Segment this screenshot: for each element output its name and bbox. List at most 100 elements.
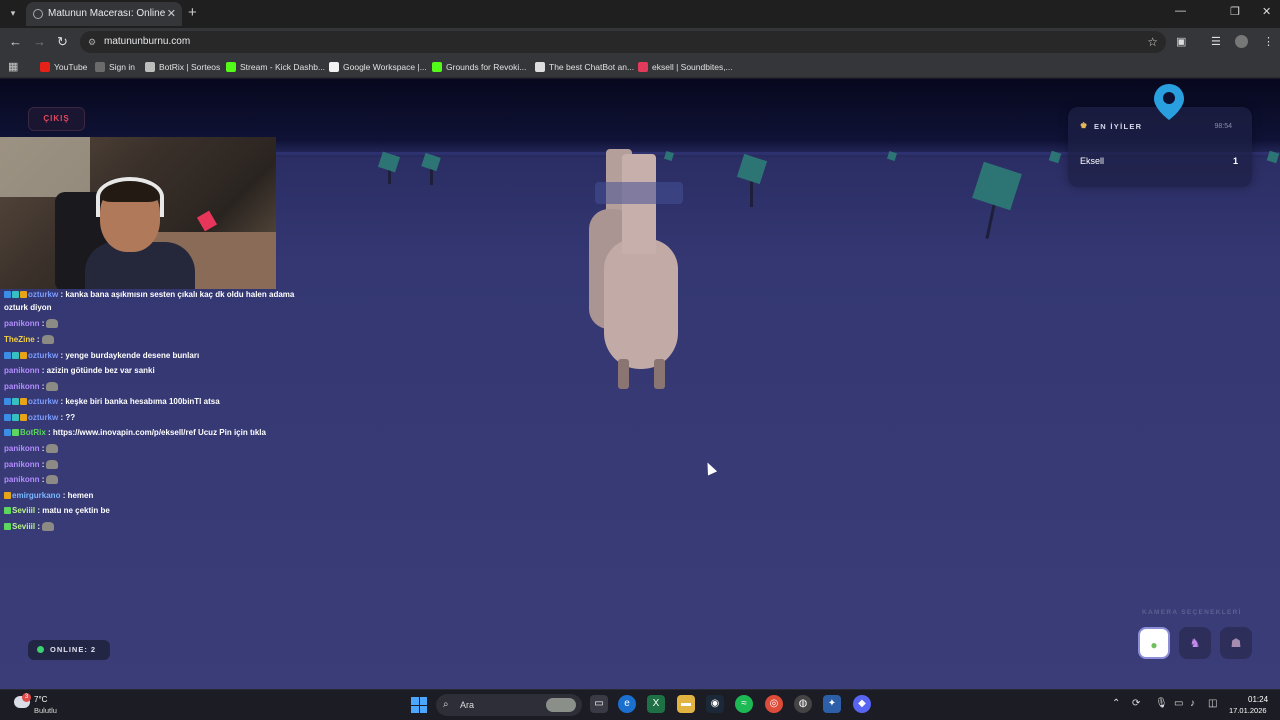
back-icon[interactable]: ← bbox=[9, 34, 22, 49]
excel-icon[interactable]: X bbox=[647, 695, 665, 713]
chat-badge-icon bbox=[20, 414, 27, 421]
chat-username[interactable]: BotRix bbox=[20, 428, 46, 437]
chat-badge-icon bbox=[20, 352, 27, 359]
chrome-icon[interactable]: ◎ bbox=[765, 695, 783, 713]
chat-username[interactable]: panikonn bbox=[4, 460, 40, 469]
sync-icon[interactable]: ⟳ bbox=[1132, 698, 1140, 709]
tray-overflow-icon[interactable]: ⌃ bbox=[1112, 698, 1120, 709]
chat-username[interactable]: ozturkw bbox=[28, 351, 58, 360]
google-icon bbox=[329, 62, 339, 72]
bookmark-chatbot[interactable]: The best ChatBot an... bbox=[535, 60, 634, 74]
spotify-icon[interactable]: ≈ bbox=[735, 695, 753, 713]
chat-message: ozturk diyon bbox=[4, 302, 52, 313]
chat-username[interactable]: Seviiil bbox=[12, 522, 35, 531]
reload-icon[interactable]: ↻ bbox=[57, 34, 68, 50]
weather-temperature[interactable]: 7°C bbox=[34, 695, 47, 704]
globe-icon bbox=[33, 9, 43, 19]
camera-unicorn-button[interactable]: ♞ bbox=[1179, 627, 1211, 659]
microphone-icon[interactable]: 🎙 bbox=[1155, 698, 1168, 709]
discord-icon[interactable]: ◆ bbox=[853, 695, 871, 713]
chat-username[interactable]: panikonn bbox=[4, 475, 40, 484]
chat-message: TheZine : bbox=[4, 334, 54, 345]
bookmark-google-workspace[interactable]: Google Workspace |... bbox=[329, 60, 427, 74]
close-window-icon[interactable]: ✕ bbox=[1262, 5, 1271, 18]
chat-username[interactable]: emirgurkano bbox=[12, 491, 60, 500]
chat-username[interactable]: ozturkw bbox=[28, 413, 58, 422]
taskbar-search[interactable]: ⌕ Ara bbox=[436, 694, 582, 716]
chat-text: : bbox=[39, 319, 45, 328]
restore-icon[interactable]: ❐ bbox=[1230, 5, 1240, 18]
chat-text: : matu ne çektin be bbox=[35, 506, 110, 515]
chat-message: ozturkw : keşke biri banka hesabıma 100b… bbox=[4, 396, 220, 407]
chat-text: ozturk diyon bbox=[4, 303, 52, 312]
chat-text: : azizin götünde bez var sanki bbox=[39, 366, 155, 375]
chat-text: : bbox=[35, 522, 41, 531]
obs-icon[interactable]: ◍ bbox=[794, 695, 812, 713]
app-icon[interactable]: ✦ bbox=[823, 695, 841, 713]
forward-icon[interactable]: → bbox=[33, 34, 46, 49]
camera-person-button[interactable]: ● bbox=[1138, 627, 1170, 659]
chat-message: ozturkw : ?? bbox=[4, 412, 75, 423]
browser-tab[interactable]: Matunun Macerası: Online ✕ bbox=[26, 2, 182, 26]
online-status-dot bbox=[37, 646, 44, 653]
bookmark-sign-in[interactable]: Sign in bbox=[95, 60, 135, 74]
chat-message: panikonn : bbox=[4, 474, 59, 485]
online-count-badge: ONLINE: 2 bbox=[28, 640, 110, 660]
chat-badge-icon bbox=[12, 291, 19, 298]
new-tab-button[interactable]: + bbox=[188, 4, 197, 21]
chat-message: ozturkw : yenge burdaykende desene bunla… bbox=[4, 350, 199, 361]
game-viewport[interactable]: ÇIKIŞ ozturkw : kanka bana aşıkmısın ses… bbox=[0, 79, 1280, 689]
camera-cat-button[interactable]: ☗ bbox=[1220, 627, 1252, 659]
bookmark-grounds[interactable]: Grounds for Revoki... bbox=[432, 60, 526, 74]
network-icon[interactable]: ▭ bbox=[1174, 698, 1183, 709]
chat-text: : bbox=[39, 444, 45, 453]
kick-icon bbox=[432, 62, 442, 72]
weather-badge: 3 bbox=[22, 693, 31, 702]
chat-message: panikonn : bbox=[4, 443, 59, 454]
edge-icon[interactable]: e bbox=[618, 695, 636, 713]
task-view-icon[interactable]: ▭ bbox=[590, 695, 608, 713]
chat-username[interactable]: panikonn bbox=[4, 319, 40, 328]
start-button[interactable] bbox=[411, 697, 427, 713]
exit-button[interactable]: ÇIKIŞ bbox=[28, 107, 85, 131]
chat-text: : yenge burdaykende desene bunları bbox=[58, 351, 200, 360]
profile-avatar[interactable] bbox=[1235, 35, 1248, 48]
chat-username[interactable]: panikonn bbox=[4, 382, 40, 391]
chat-username[interactable]: panikonn bbox=[4, 444, 40, 453]
bookmark-star-icon[interactable]: ☆ bbox=[1147, 31, 1158, 53]
address-bar[interactable]: ⚙ matununburnu.com ☆ bbox=[80, 31, 1166, 53]
weather-description[interactable]: Bulutlu bbox=[34, 706, 57, 715]
apps-grid-icon[interactable]: ▦ bbox=[8, 60, 18, 73]
reading-list-icon[interactable]: ☰ bbox=[1211, 35, 1221, 48]
tab-title: Matunun Macerası: Online bbox=[48, 8, 166, 19]
bookmark-kick-dashboard[interactable]: Stream - Kick Dashb... bbox=[226, 60, 325, 74]
chat-username[interactable]: ozturkw bbox=[28, 290, 58, 299]
extensions-icon[interactable]: ▣ bbox=[1176, 35, 1186, 48]
chat-badge-icon bbox=[4, 398, 11, 405]
close-tab-icon[interactable]: ✕ bbox=[167, 2, 176, 26]
file-explorer-icon[interactable]: ▬ bbox=[677, 695, 695, 713]
site-info-icon[interactable]: ⚙ bbox=[88, 37, 98, 47]
minimize-icon[interactable]: — bbox=[1175, 5, 1186, 17]
chat-text: : bbox=[34, 335, 40, 344]
clock-time[interactable]: 01:24 bbox=[1248, 695, 1268, 704]
bookmark-soundbites[interactable]: eksell | Soundbites,... bbox=[638, 60, 733, 74]
tab-search-icon[interactable]: ▾ bbox=[6, 6, 20, 20]
chat-badge-icon bbox=[4, 414, 11, 421]
mouse-cursor bbox=[702, 460, 718, 476]
bookmark-botrix[interactable]: BotRix | Sorteos bbox=[145, 60, 220, 74]
chat-username[interactable]: Seviiil bbox=[12, 506, 35, 515]
chat-badge-icon bbox=[20, 398, 27, 405]
bookmark-youtube[interactable]: YouTube bbox=[40, 60, 87, 74]
clock-date[interactable]: 17.01.2026 bbox=[1229, 706, 1267, 715]
chat-emote-icon bbox=[41, 335, 54, 344]
chat-username[interactable]: ozturkw bbox=[28, 397, 58, 406]
volume-icon[interactable]: ♪ bbox=[1190, 698, 1195, 709]
chat-text: : bbox=[39, 460, 45, 469]
chat-username[interactable]: panikonn bbox=[4, 366, 40, 375]
menu-icon[interactable]: ⋮ bbox=[1263, 35, 1274, 48]
chat-username[interactable]: TheZine bbox=[4, 335, 35, 344]
soundbites-icon bbox=[638, 62, 648, 72]
steam-icon[interactable]: ◉ bbox=[706, 695, 724, 713]
notification-icon[interactable]: ◫ bbox=[1208, 698, 1217, 709]
